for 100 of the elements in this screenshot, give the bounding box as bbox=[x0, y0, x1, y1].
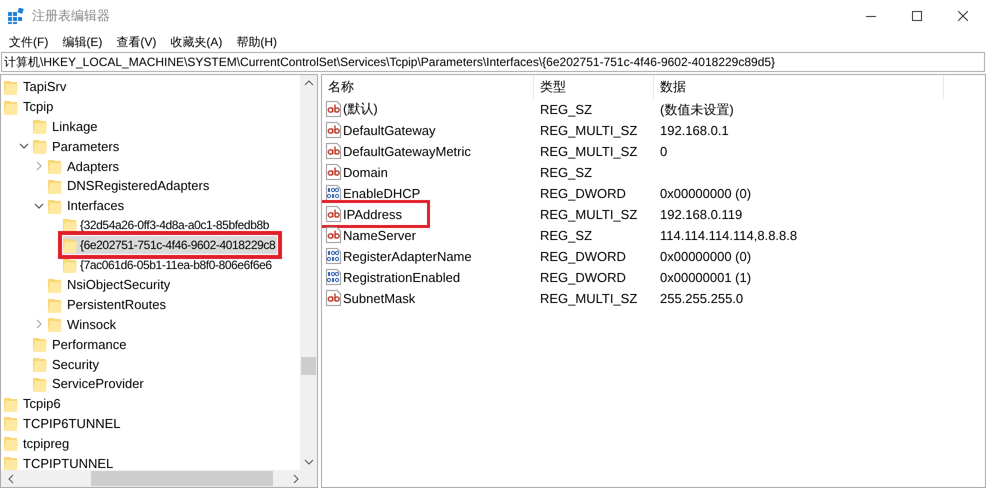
value-type: REG_DWORD bbox=[539, 186, 627, 201]
menu-item[interactable]: 收藏夹(A) bbox=[163, 34, 230, 50]
string-value-icon bbox=[326, 227, 341, 243]
tree-item[interactable]: Tcpip6 bbox=[4, 394, 63, 413]
value-name[interactable]: RegisterAdapterName bbox=[322, 246, 476, 266]
column-header[interactable]: 名称 bbox=[322, 75, 534, 99]
tree-item[interactable]: TapiSrv bbox=[4, 78, 68, 96]
value-type: REG_MULTI_SZ bbox=[539, 207, 638, 222]
value-data: (数值未设置) bbox=[659, 100, 735, 118]
tree-item[interactable]: DNSRegisteredAdapters bbox=[48, 176, 212, 195]
menu-item[interactable]: 查看(V) bbox=[109, 34, 164, 50]
value-name[interactable]: DefaultGateway bbox=[322, 120, 440, 140]
chevron-down-icon[interactable] bbox=[19, 141, 29, 152]
value-type: REG_MULTI_SZ bbox=[539, 291, 638, 306]
chevron-right-icon[interactable] bbox=[34, 161, 44, 172]
value-type: REG_DWORD bbox=[539, 249, 627, 264]
menu-item[interactable]: 文件(F) bbox=[2, 34, 56, 50]
value-type: REG_DWORD bbox=[539, 270, 627, 285]
menu-item[interactable]: 帮助(H) bbox=[229, 34, 284, 50]
tree-item[interactable]: Winsock bbox=[48, 315, 118, 334]
folder-icon bbox=[33, 336, 47, 352]
window-title: 注册表编辑器 bbox=[32, 7, 111, 25]
string-value-icon bbox=[326, 122, 341, 138]
value-type: REG_MULTI_SZ bbox=[539, 144, 638, 159]
tree-item[interactable]: {7ac061d6-05b1-11ea-b8f0-806e6f6e6 bbox=[63, 256, 274, 274]
tree-item[interactable]: Security bbox=[33, 355, 101, 374]
value-data: 0x00000000 (0) bbox=[659, 249, 752, 264]
tree-item[interactable]: {32d54a26-0ff3-4d8a-a0c1-85bfedb8b bbox=[63, 216, 272, 234]
close-icon bbox=[958, 11, 968, 21]
binary-value-icon bbox=[326, 248, 341, 264]
value-name[interactable]: SubnetMask bbox=[322, 288, 420, 308]
value-name[interactable]: RegistrationEnabled bbox=[322, 267, 464, 287]
tree-item[interactable]: Performance bbox=[33, 335, 128, 354]
folder-icon bbox=[4, 435, 18, 452]
value-data: 114.114.114.114,8.8.8.8 bbox=[659, 228, 798, 243]
value-type: REG_MULTI_SZ bbox=[539, 123, 638, 138]
folder-icon bbox=[4, 98, 18, 115]
tree-item[interactable]: ServiceProvider bbox=[33, 374, 146, 393]
folder-icon bbox=[48, 276, 62, 293]
chevron-down-icon[interactable] bbox=[34, 200, 44, 211]
value-name[interactable]: (默认) bbox=[322, 99, 382, 119]
value-data: 192.168.0.1 bbox=[659, 123, 730, 138]
folder-icon bbox=[4, 78, 18, 95]
folder-icon bbox=[63, 217, 77, 234]
tree-item[interactable]: Parameters bbox=[33, 137, 122, 156]
value-name[interactable]: IPAddress bbox=[322, 204, 426, 224]
string-value-icon bbox=[326, 206, 341, 222]
value-name[interactable]: NameServer bbox=[322, 225, 420, 245]
scrollbar-thumb[interactable] bbox=[91, 471, 273, 486]
maximize-icon bbox=[912, 11, 922, 21]
string-value-icon bbox=[326, 290, 341, 306]
folder-icon bbox=[33, 138, 47, 154]
tree-item[interactable]: NsiObjectSecurity bbox=[48, 276, 172, 294]
tree-item[interactable]: tcpipreg bbox=[4, 434, 72, 452]
string-value-icon bbox=[326, 143, 341, 159]
column-header[interactable]: 类型 bbox=[534, 75, 654, 99]
folder-icon bbox=[33, 376, 47, 392]
folder-icon bbox=[48, 198, 62, 214]
folder-icon bbox=[33, 118, 47, 134]
value-data: 0 bbox=[659, 144, 668, 159]
folder-icon bbox=[48, 316, 62, 332]
folder-icon bbox=[48, 158, 62, 174]
string-value-icon bbox=[326, 164, 341, 180]
scroll-down-icon[interactable] bbox=[304, 458, 314, 466]
binary-value-icon bbox=[326, 185, 341, 201]
folder-icon bbox=[4, 396, 18, 412]
scroll-right-icon[interactable] bbox=[292, 474, 300, 484]
tree-item[interactable]: PersistentRoutes bbox=[48, 296, 168, 314]
value-name[interactable]: EnableDHCP bbox=[322, 183, 424, 203]
column-header[interactable]: 数据 bbox=[654, 75, 944, 99]
tree-item[interactable]: Interfaces bbox=[48, 196, 126, 215]
value-type: REG_SZ bbox=[539, 102, 594, 117]
value-data: 0x00000001 (1) bbox=[659, 270, 752, 285]
value-data: 0x00000000 (0) bbox=[659, 186, 752, 201]
folder-icon bbox=[63, 257, 77, 274]
tree-item[interactable]: Linkage bbox=[33, 117, 100, 136]
app-icon bbox=[8, 8, 24, 24]
binary-value-icon bbox=[326, 269, 341, 285]
folder-icon bbox=[48, 296, 62, 313]
vertical-scrollbar[interactable] bbox=[300, 75, 317, 470]
scroll-left-icon[interactable] bbox=[7, 474, 15, 484]
folder-icon bbox=[4, 415, 18, 432]
horizontal-scrollbar[interactable] bbox=[1, 470, 317, 487]
scroll-up-icon[interactable] bbox=[304, 79, 314, 87]
chevron-right-icon[interactable] bbox=[34, 319, 44, 330]
menu-item[interactable]: 编辑(E) bbox=[55, 34, 110, 50]
tree-item[interactable]: Tcpip bbox=[4, 98, 56, 116]
tree-item[interactable]: TCPIP6TUNNEL bbox=[4, 414, 123, 432]
value-name[interactable]: DefaultGatewayMetric bbox=[322, 141, 475, 161]
tree-item[interactable]: {6e202751-751c-4f46-9602-4018229c8 bbox=[63, 236, 278, 254]
address-field[interactable]: 计算机\HKEY_LOCAL_MACHINE\SYSTEM\CurrentControlSet\Services\Tcpip\Parameters\Interfaces\{6e202751-751c-4f46-9602-4018229c89d5} bbox=[1, 52, 985, 72]
value-data: 192.168.0.119 bbox=[659, 207, 744, 222]
tree-item[interactable]: Adapters bbox=[48, 157, 122, 176]
string-value-icon bbox=[326, 101, 341, 117]
value-name[interactable]: Domain bbox=[322, 162, 392, 182]
value-type: REG_SZ bbox=[539, 165, 594, 180]
folder-icon bbox=[33, 356, 47, 372]
folder-icon bbox=[48, 178, 62, 194]
tree-item[interactable]: TCPIPTUNNEL bbox=[4, 454, 116, 470]
scrollbar-thumb[interactable] bbox=[301, 357, 316, 375]
